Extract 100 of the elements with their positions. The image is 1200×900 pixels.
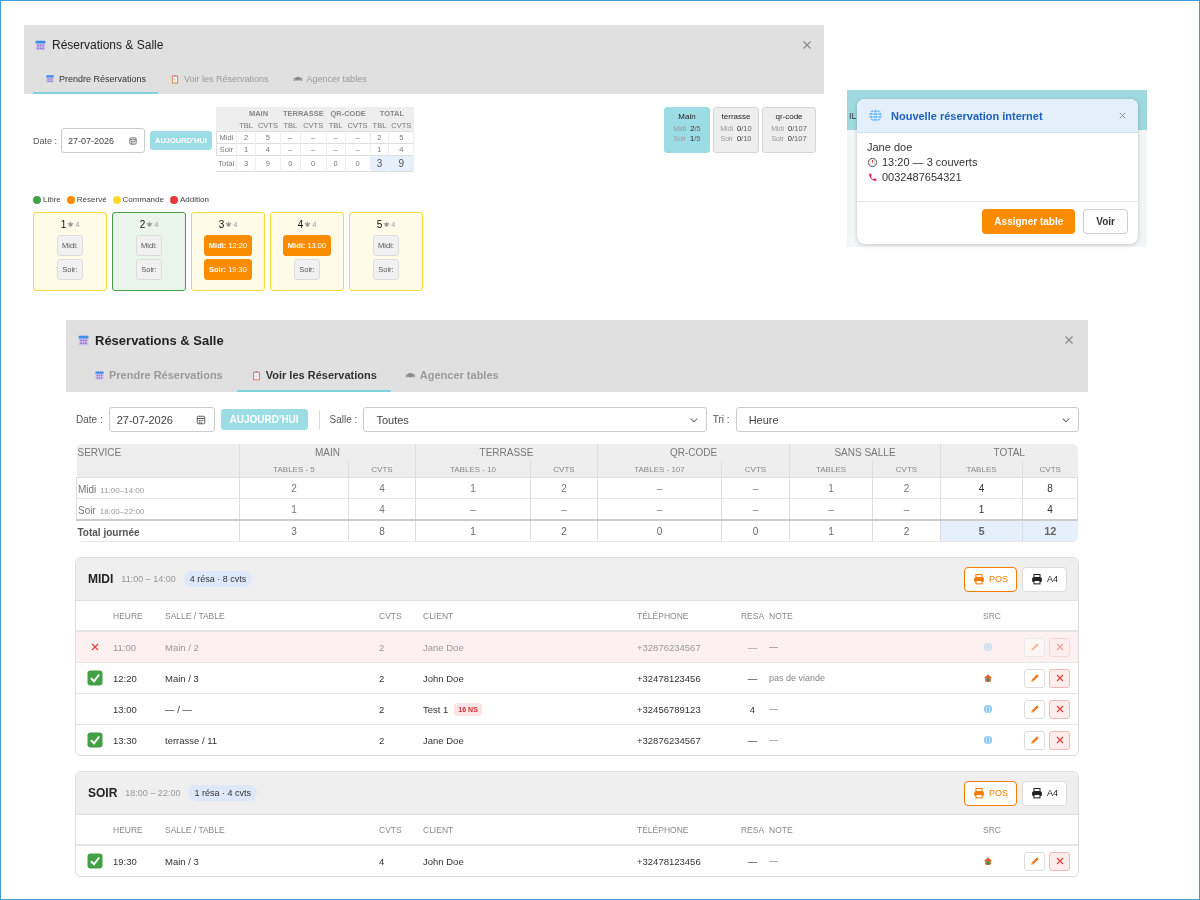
table-cell: 1 — [789, 520, 873, 542]
edit-button[interactable] — [1024, 699, 1045, 719]
edit-button[interactable] — [1024, 637, 1045, 657]
column-header: CVTS — [379, 824, 403, 835]
clipboard-icon — [250, 369, 262, 381]
covers-text: 4 — [379, 855, 386, 867]
table-cell: 8 — [348, 520, 416, 542]
seat-icon — [225, 221, 233, 228]
pencil-icon — [1028, 672, 1041, 684]
column-header: SALLE / TABLE — [165, 610, 226, 621]
print-button[interactable]: A4 — [1022, 780, 1067, 806]
column-header: TÉLÉPHONE — [637, 824, 690, 835]
column-header: TOTAL — [940, 444, 1078, 461]
resa-count: — — [746, 734, 759, 746]
column-subheader: CVTS — [530, 461, 598, 478]
delete-button[interactable] — [1049, 699, 1070, 719]
column-header: MAIN — [239, 444, 416, 461]
table-cell: 2 — [530, 478, 598, 498]
column-header: SERVICE — [77, 447, 122, 458]
backdrop-text: IL — [849, 111, 857, 121]
column-header: NOTE — [769, 610, 794, 621]
tab[interactable]: Voir les Réservations — [236, 360, 391, 392]
column-subheader: TABLES — [940, 461, 1023, 478]
note-text: — — [769, 735, 779, 745]
table-cell: 2 — [530, 520, 598, 542]
printer-icon — [1031, 573, 1043, 585]
date-field[interactable]: 27-07-2026 — [61, 128, 145, 153]
table-text: — / — — [165, 703, 193, 715]
delete-button[interactable] — [1049, 851, 1070, 871]
edit-button[interactable] — [1024, 668, 1045, 688]
date-field[interactable]: 27-07-2026 — [108, 407, 215, 432]
column-subheader: CVTS — [1022, 461, 1078, 478]
view-button[interactable]: Voir — [1083, 209, 1128, 234]
guest-name: Jane doe — [867, 141, 914, 153]
column-subheader: TABLES — [789, 461, 873, 478]
column-header: RESA — [739, 824, 766, 835]
client-name: John Doe — [423, 855, 464, 867]
covers-text: 2 — [379, 672, 386, 684]
room-select[interactable]: Toutes — [363, 407, 707, 432]
edit-button[interactable] — [1024, 730, 1045, 750]
delete-button[interactable] — [1049, 668, 1070, 688]
room-name: qr-code — [775, 112, 803, 121]
time-text: 13:30 — [113, 734, 138, 746]
tab[interactable]: Prendre Réservations — [33, 65, 159, 94]
count-badge: 1 résa · 4 cvts — [188, 785, 257, 801]
table-cell: 4 — [348, 478, 416, 498]
table-cell: – — [530, 499, 598, 519]
printer-icon — [1031, 787, 1043, 799]
delete-button[interactable] — [1049, 637, 1070, 657]
resa-count: — — [746, 855, 759, 867]
resa-count: — — [746, 641, 759, 653]
room-name: terrasse — [721, 112, 751, 121]
table-cell: – — [789, 499, 873, 519]
column-header: SALLE / TABLE — [165, 824, 226, 835]
table-cell: 1 — [415, 520, 531, 542]
legend-label: Libre — [43, 195, 61, 204]
sort-select[interactable]: Heure — [735, 407, 1079, 432]
seat-icon — [304, 221, 312, 228]
column-header: SRC — [983, 610, 1002, 621]
phone-number: +32456789123 — [637, 703, 702, 715]
column-subheader: TABLES - 107 — [597, 461, 722, 478]
table-cell: 0 — [597, 520, 722, 542]
client-name: Test 1 — [423, 703, 449, 715]
column-header: HEURE — [113, 824, 144, 835]
row-label: Midi — [78, 484, 97, 495]
notification-title: Nouvelle réservation internet — [891, 109, 1043, 122]
covers-text: 2 — [379, 734, 386, 746]
seat-icon — [383, 221, 391, 228]
phone-number: +32478123456 — [637, 855, 702, 867]
phone-icon — [867, 171, 878, 183]
print-button[interactable]: A4 — [1022, 566, 1067, 592]
edit-button[interactable] — [1024, 851, 1045, 871]
column-subheader: CVTS — [348, 461, 416, 478]
calendar-icon — [45, 73, 55, 84]
time-range: 11:00 – 14:00 — [121, 574, 176, 584]
table-cell: 5 — [940, 520, 1023, 542]
reservation-time: 13:20 — 3 couverts — [882, 156, 978, 168]
table-number: 3 — [218, 219, 225, 230]
note-text: pas de viande — [769, 673, 827, 683]
calendar-icon — [34, 38, 47, 52]
table-cell: 2 — [872, 478, 941, 498]
table-text: Main / 3 — [165, 672, 200, 684]
table-cell: – — [721, 499, 790, 519]
legend-label: Réservé — [76, 195, 107, 204]
table-cell: 2 — [239, 478, 349, 498]
field-label: Tri : — [712, 414, 730, 425]
delete-button[interactable] — [1049, 730, 1070, 750]
room-name: Main — [678, 112, 696, 121]
printer-icon — [972, 573, 985, 585]
table-cell: – — [597, 478, 722, 498]
table-cell: 12 — [1022, 520, 1078, 542]
table-cell: – — [872, 499, 941, 519]
close-button[interactable] — [1117, 110, 1128, 121]
covers-text: 2 — [379, 703, 386, 715]
printer-icon — [972, 787, 985, 799]
calendar-icon — [128, 135, 138, 146]
table-cell: – — [597, 499, 722, 519]
time-range: 11:00–14:00 — [100, 486, 145, 495]
field-label: Salle : — [329, 414, 358, 425]
column-header: CLIENT — [423, 824, 455, 835]
